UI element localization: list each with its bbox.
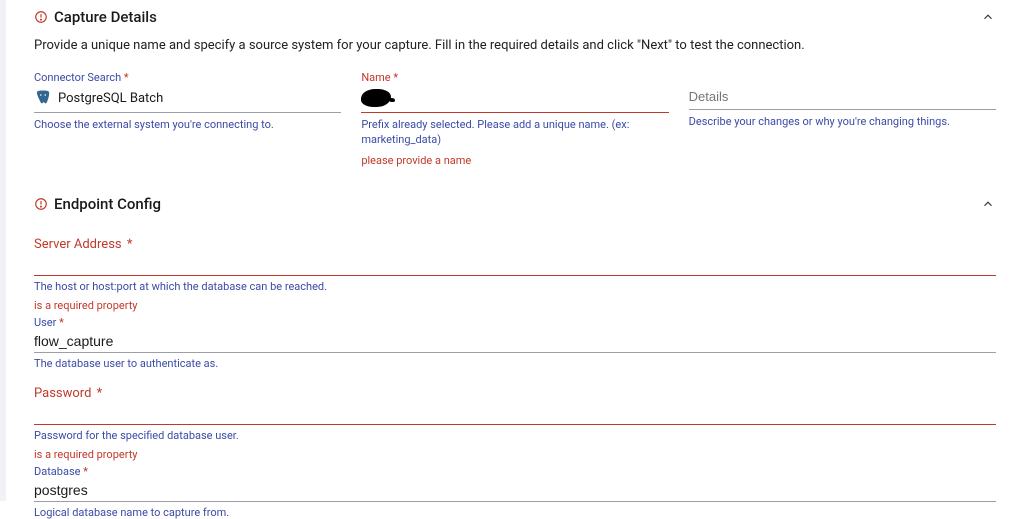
name-error: please provide a name [361,154,668,167]
password-error: is a required property [34,448,996,461]
connector-search-field: Connector Search * PostgreSQL Batch Choo… [34,71,341,167]
name-input[interactable] [397,91,668,106]
user-input[interactable] [34,331,996,352]
alert-circle-icon [34,197,48,211]
details-input-line[interactable] [689,86,996,110]
password-label: Password * [34,386,996,401]
connector-search-input-line[interactable]: PostgreSQL Batch [34,86,341,113]
connector-search-helper: Choose the external system you're connec… [34,117,341,132]
server-address-input-line[interactable] [34,254,996,276]
user-field: User * The database user to authenticate… [34,316,996,370]
connector-search-value: PostgreSQL Batch [58,91,163,106]
endpoint-config-title: Endpoint Config [54,195,161,213]
user-input-line[interactable] [34,331,996,353]
endpoint-config-header[interactable]: Endpoint Config [34,195,996,213]
required-star: * [80,465,87,478]
user-label-text: User [34,316,56,329]
alert-circle-icon [34,10,48,24]
password-input[interactable] [34,403,996,424]
database-label: Database * [34,465,996,478]
password-helper: Password for the specified database user… [34,429,996,442]
name-label: Name * [361,71,668,84]
chevron-up-icon[interactable] [980,196,996,212]
name-helper: Prefix already selected. Please add a un… [361,117,668,148]
server-address-label: Server Address * [34,237,996,252]
password-label-text: Password [34,386,91,401]
capture-details-title: Capture Details [54,8,157,26]
connector-search-label-text: Connector Search [34,71,121,84]
capture-details-header[interactable]: Capture Details [34,8,996,26]
required-star: * [56,316,63,329]
details-input[interactable] [689,89,996,104]
endpoint-config-section: Endpoint Config Server Address * The hos… [34,195,996,519]
required-star: * [124,237,133,252]
server-address-field: Server Address * The host or host:port a… [34,237,996,370]
endpoint-config-title-wrap: Endpoint Config [34,195,161,213]
connector-search-label: Connector Search * [34,71,341,84]
database-input-line[interactable] [34,480,996,502]
chevron-up-icon[interactable] [980,9,996,25]
details-field: x Describe your changes or why you're ch… [689,71,996,167]
server-address-input[interactable] [34,254,996,275]
database-input[interactable] [34,480,996,501]
required-star: * [121,71,128,84]
required-star: * [93,386,102,401]
name-input-line[interactable] [361,86,668,113]
capture-intro-text: Provide a unique name and specify a sour… [34,38,996,53]
server-address-error: is a required property [34,299,996,312]
database-label-text: Database [34,465,80,478]
redaction-mark [361,89,391,107]
user-label: User * [34,316,996,329]
user-helper: The database user to authenticate as. [34,357,996,370]
capture-details-title-wrap: Capture Details [34,8,157,26]
server-address-helper: The host or host:port at which the datab… [34,280,996,293]
capture-fields-row: Connector Search * PostgreSQL Batch Choo… [34,71,996,167]
left-gutter [0,0,6,501]
name-label-text: Name [361,71,390,84]
required-star: * [391,71,398,84]
postgres-icon [34,89,52,107]
server-address-label-text: Server Address [34,237,122,252]
database-field: Database * Logical database name to capt… [34,465,996,519]
name-field: Name * Prefix already selected. Please a… [361,71,668,167]
password-input-line[interactable] [34,403,996,425]
details-helper: Describe your changes or why you're chan… [689,114,996,129]
password-field: Password * Password for the specified da… [34,386,996,519]
form-content: Capture Details Provide a unique name an… [0,0,1024,519]
database-helper: Logical database name to capture from. [34,506,996,519]
